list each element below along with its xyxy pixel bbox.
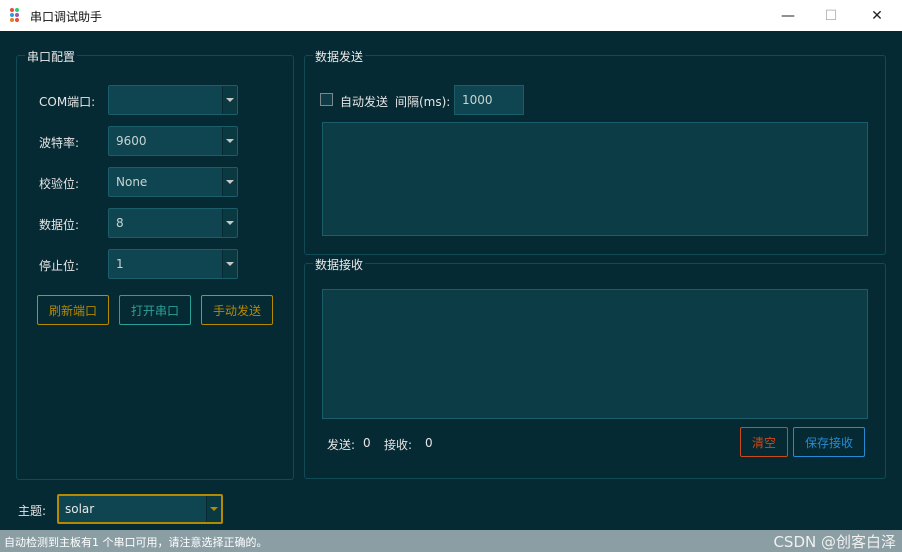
open-port-button[interactable]: 打开串口 [119,295,191,325]
status-message: 自动检测到主板有1 个串口可用，请注意选择正确的。 [4,536,268,549]
interval-label: 间隔(ms): [395,95,451,109]
send-textarea[interactable] [322,122,868,236]
chevron-down-icon[interactable] [222,127,237,155]
auto-send-label: 自动发送 [340,95,389,109]
parity-label: 校验位: [39,177,80,191]
stop-bits-value: 1 [116,257,124,271]
sent-count-value: 0 [363,436,371,450]
chevron-down-icon[interactable] [222,250,237,278]
chevron-down-icon[interactable] [206,496,221,522]
interval-value: 1000 [462,93,493,107]
client-area: 串口配置 COM端口: 波特率: 9600 校验位: None 数据位: 8 停… [0,31,902,530]
chevron-down-icon[interactable] [222,209,237,237]
app-icon [10,8,19,22]
save-receive-button[interactable]: 保存接收 [793,427,865,457]
chevron-down-icon[interactable] [222,168,237,196]
baud-rate-value: 9600 [116,134,147,148]
serial-config-group: 串口配置 COM端口: 波特率: 9600 校验位: None 数据位: 8 停… [16,48,294,480]
com-port-label: COM端口: [39,95,96,109]
close-button[interactable]: ✕ [854,0,900,31]
data-receive-title: 数据接收 [313,256,366,273]
data-bits-label: 数据位: [39,218,80,232]
theme-value: solar [65,502,95,516]
baud-rate-select[interactable]: 9600 [108,126,238,156]
refresh-ports-button[interactable]: 刷新端口 [37,295,109,325]
data-bits-select[interactable]: 8 [108,208,238,238]
com-port-select[interactable] [108,85,238,115]
manual-send-button[interactable]: 手动发送 [201,295,273,325]
interval-input[interactable]: 1000 [454,85,524,115]
window-title: 串口调试助手 [30,10,103,24]
recv-count-label: 接收: [384,438,413,452]
data-send-group: 数据发送 自动发送 间隔(ms): 1000 [304,48,886,255]
status-bar: 自动检测到主板有1 个串口可用，请注意选择正确的。 CSDN @创客白泽 [0,530,902,552]
auto-send-checkbox[interactable] [320,93,333,106]
theme-label: 主题: [18,504,47,518]
sent-count-label: 发送: [327,438,356,452]
parity-value: None [116,175,148,189]
data-receive-group: 数据接收 发送: 0 接收: 0 清空 保存接收 [304,256,886,479]
chevron-down-icon[interactable] [222,86,237,114]
minimize-button[interactable]: — [765,0,811,31]
stop-bits-select[interactable]: 1 [108,249,238,279]
data-send-title: 数据发送 [313,48,366,65]
parity-select[interactable]: None [108,167,238,197]
recv-count-value: 0 [425,436,433,450]
title-bar: 串口调试助手 — ☐ ✕ [0,0,902,31]
watermark: CSDN @创客白泽 [773,533,896,551]
stop-bits-label: 停止位: [39,259,80,273]
clear-button[interactable]: 清空 [740,427,788,457]
theme-select[interactable]: solar [57,494,223,524]
data-bits-value: 8 [116,216,124,230]
serial-config-title: 串口配置 [25,48,78,65]
receive-textarea[interactable] [322,289,868,419]
baud-rate-label: 波特率: [39,136,80,150]
maximize-button[interactable]: ☐ [808,0,854,31]
